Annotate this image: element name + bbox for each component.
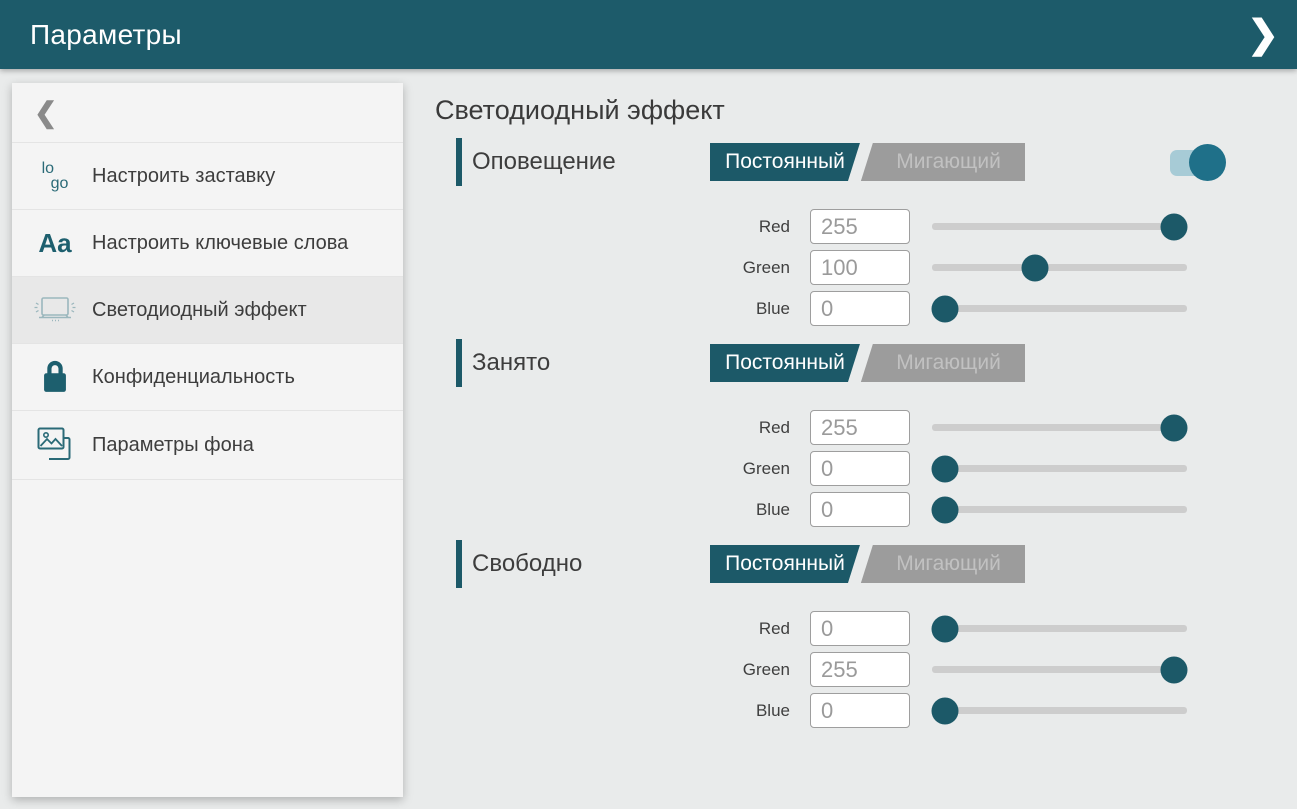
header-bar: Параметры ❯ bbox=[0, 0, 1297, 69]
page-title: Светодиодный эффект bbox=[435, 95, 1257, 126]
blue-value-input[interactable] bbox=[810, 291, 910, 326]
green-slider-thumb[interactable] bbox=[932, 455, 959, 482]
red-label: Red bbox=[700, 217, 790, 237]
settings-sidebar: ❮ lo go Настроить заставку Aa Настроить … bbox=[12, 83, 403, 797]
blue-label: Blue bbox=[700, 500, 790, 520]
slider-row-blue: Blue bbox=[435, 489, 1257, 530]
sidebar-item-keywords[interactable]: Aa Настроить ключевые слова bbox=[12, 210, 403, 277]
slider-row-red: Red bbox=[435, 206, 1257, 247]
section-title: Оповещение bbox=[472, 148, 710, 176]
sidebar-item-label: Настроить ключевые слова bbox=[92, 230, 348, 256]
sidebar-item-splash-screen[interactable]: lo go Настроить заставку bbox=[12, 143, 403, 210]
red-label: Red bbox=[700, 619, 790, 639]
mode-solid-button[interactable]: Постоянный bbox=[710, 344, 860, 382]
slider-row-blue: Blue bbox=[435, 690, 1257, 731]
blue-label: Blue bbox=[700, 701, 790, 721]
mode-segmented-control: Постоянный Мигающий bbox=[710, 545, 1025, 583]
section-free: Свободно Постоянный Мигающий Red Green bbox=[435, 540, 1257, 731]
blue-slider-track[interactable] bbox=[932, 506, 1187, 513]
blue-label: Blue bbox=[700, 299, 790, 319]
sidebar-item-privacy[interactable]: Конфиденциальность bbox=[12, 344, 403, 411]
green-slider-track[interactable] bbox=[932, 264, 1187, 271]
green-slider-thumb[interactable] bbox=[1161, 656, 1188, 683]
blue-slider-thumb[interactable] bbox=[932, 295, 959, 322]
blue-slider-track[interactable] bbox=[932, 305, 1187, 312]
sidebar-item-label: Настроить заставку bbox=[92, 163, 275, 189]
slider-row-red: Red bbox=[435, 407, 1257, 448]
alert-enabled-toggle[interactable] bbox=[1170, 144, 1226, 181]
mode-solid-button[interactable]: Постоянный bbox=[710, 143, 860, 181]
sidebar-item-led-effect[interactable]: Светодиодный эффект bbox=[12, 277, 403, 344]
sidebar-collapse-button[interactable]: ❮ bbox=[12, 83, 403, 143]
sidebar-item-label: Параметры фона bbox=[92, 432, 254, 458]
section-title: Свободно bbox=[472, 550, 710, 578]
red-slider-track[interactable] bbox=[932, 223, 1187, 230]
green-label: Green bbox=[700, 660, 790, 680]
green-slider-track[interactable] bbox=[932, 666, 1187, 673]
slider-row-blue: Blue bbox=[435, 288, 1257, 329]
blue-value-input[interactable] bbox=[810, 693, 910, 728]
blue-value-input[interactable] bbox=[810, 492, 910, 527]
red-label: Red bbox=[700, 418, 790, 438]
section-accent-bar bbox=[456, 540, 462, 588]
sidebar-item-label: Светодиодный эффект bbox=[92, 297, 307, 323]
blue-slider-thumb[interactable] bbox=[932, 496, 959, 523]
green-value-input[interactable] bbox=[810, 652, 910, 687]
toggle-knob[interactable] bbox=[1189, 144, 1226, 181]
sidebar-item-background[interactable]: Параметры фона bbox=[12, 411, 403, 480]
led-display-icon bbox=[32, 293, 78, 327]
led-effect-panel: Светодиодный эффект Оповещение Постоянны… bbox=[435, 95, 1257, 741]
mode-solid-button[interactable]: Постоянный bbox=[710, 545, 860, 583]
red-slider-track[interactable] bbox=[932, 424, 1187, 431]
mode-segmented-control: Постоянный Мигающий bbox=[710, 143, 1025, 181]
section-accent-bar bbox=[456, 138, 462, 186]
red-slider-thumb[interactable] bbox=[1161, 213, 1188, 240]
keywords-aa-icon: Aa bbox=[32, 228, 78, 259]
red-value-input[interactable] bbox=[810, 209, 910, 244]
red-slider-thumb[interactable] bbox=[932, 615, 959, 642]
red-slider-thumb[interactable] bbox=[1161, 414, 1188, 441]
green-slider-track[interactable] bbox=[932, 465, 1187, 472]
green-label: Green bbox=[700, 258, 790, 278]
back-chevron-icon: ❮ bbox=[34, 96, 57, 129]
app-title: Параметры bbox=[30, 19, 182, 51]
slider-row-green: Green bbox=[435, 649, 1257, 690]
red-value-input[interactable] bbox=[810, 410, 910, 445]
green-value-input[interactable] bbox=[810, 250, 910, 285]
mode-segmented-control: Постоянный Мигающий bbox=[710, 344, 1025, 382]
section-accent-bar bbox=[456, 339, 462, 387]
lock-icon bbox=[32, 359, 78, 395]
slider-row-green: Green bbox=[435, 448, 1257, 489]
sidebar-item-label: Конфиденциальность bbox=[92, 364, 295, 390]
mode-blink-button[interactable]: Мигающий bbox=[860, 545, 1025, 583]
mode-blink-button[interactable]: Мигающий bbox=[860, 344, 1025, 382]
section-busy: Занято Постоянный Мигающий Red Green bbox=[435, 339, 1257, 530]
logo-icon: lo go bbox=[32, 161, 78, 191]
mode-blink-button[interactable]: Мигающий bbox=[860, 143, 1025, 181]
forward-chevron-icon[interactable]: ❯ bbox=[1247, 16, 1279, 54]
background-images-icon bbox=[32, 425, 78, 465]
section-title: Занято bbox=[472, 349, 710, 377]
green-label: Green bbox=[700, 459, 790, 479]
red-value-input[interactable] bbox=[810, 611, 910, 646]
green-slider-thumb[interactable] bbox=[1021, 254, 1048, 281]
blue-slider-thumb[interactable] bbox=[932, 697, 959, 724]
slider-row-green: Green bbox=[435, 247, 1257, 288]
section-alert: Оповещение Постоянный Мигающий Red bbox=[435, 138, 1257, 329]
red-slider-track[interactable] bbox=[932, 625, 1187, 632]
slider-row-red: Red bbox=[435, 608, 1257, 649]
blue-slider-track[interactable] bbox=[932, 707, 1187, 714]
green-value-input[interactable] bbox=[810, 451, 910, 486]
